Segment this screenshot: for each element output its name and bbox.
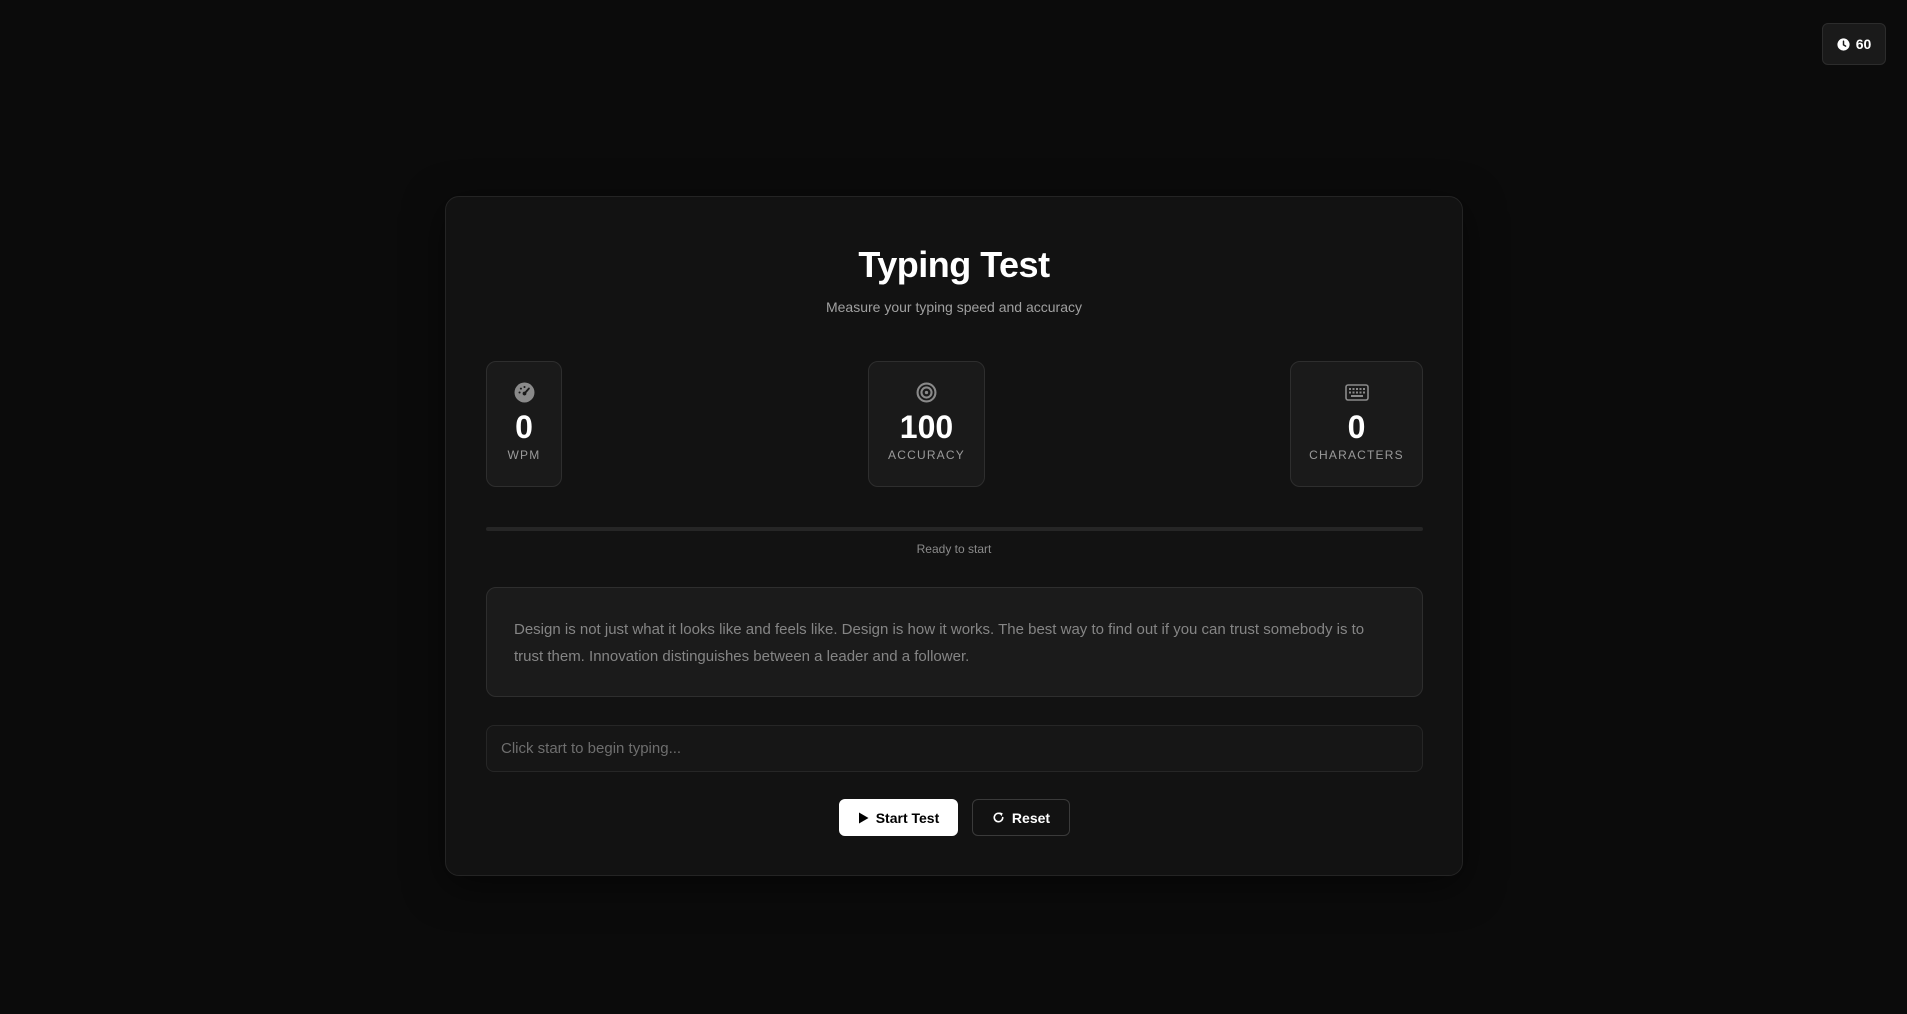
page-title: Typing Test (858, 244, 1050, 285)
start-test-label: Start Test (875, 809, 940, 826)
typing-input[interactable] (486, 725, 1423, 772)
timer-value: 60 (1855, 36, 1872, 52)
speedometer-icon (514, 381, 535, 403)
keyboard-icon (1344, 381, 1369, 403)
play-icon (858, 812, 869, 824)
clock-icon (1837, 37, 1850, 51)
typing-test-card: Typing Test Measure your typing speed an… (445, 196, 1463, 876)
accuracy-label: ACCURACY (888, 448, 965, 462)
passage-text: Design is not just what it looks like an… (486, 587, 1423, 697)
timer-badge: 60 (1822, 23, 1886, 65)
progress-bar (486, 527, 1423, 531)
refresh-icon (992, 811, 1005, 824)
status-text: Ready to start (916, 542, 992, 556)
stat-wpm: 0 WPM (486, 361, 562, 487)
wpm-value: 0 (515, 409, 533, 445)
page-subtitle: Measure your typing speed and accuracy (825, 299, 1083, 315)
target-icon (916, 381, 937, 403)
start-test-button[interactable]: Start Test (839, 799, 958, 836)
characters-label: CHARACTERS (1309, 448, 1404, 462)
reset-label: Reset (1011, 809, 1051, 826)
accuracy-value: 100 (899, 409, 954, 445)
stat-characters: 0 CHARACTERS (1290, 361, 1423, 487)
reset-button[interactable]: Reset (972, 799, 1070, 836)
stat-accuracy: 100 ACCURACY (868, 361, 985, 487)
wpm-label: WPM (507, 448, 541, 462)
characters-value: 0 (1347, 409, 1366, 445)
